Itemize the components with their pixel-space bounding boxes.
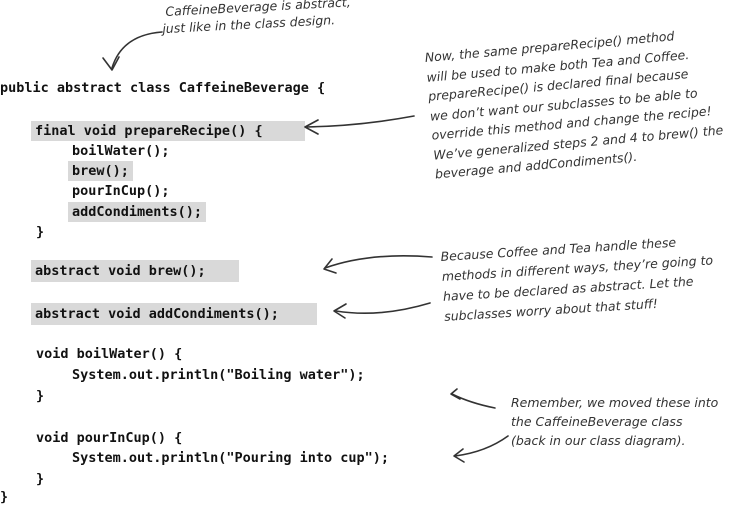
arrow-to-class-declaration — [111, 31, 163, 69]
arrow-head — [102, 56, 120, 71]
arrow-to-prepare-recipe — [305, 115, 415, 128]
arrow-to-abstract-add-condiments — [335, 302, 431, 315]
arrow-to-pour-in-cup — [454, 435, 509, 457]
arrow-head — [450, 388, 461, 400]
arrow-to-boil-water — [451, 393, 496, 409]
annotation-arrows — [102, 31, 509, 463]
arrow-to-abstract-brew — [324, 255, 433, 269]
